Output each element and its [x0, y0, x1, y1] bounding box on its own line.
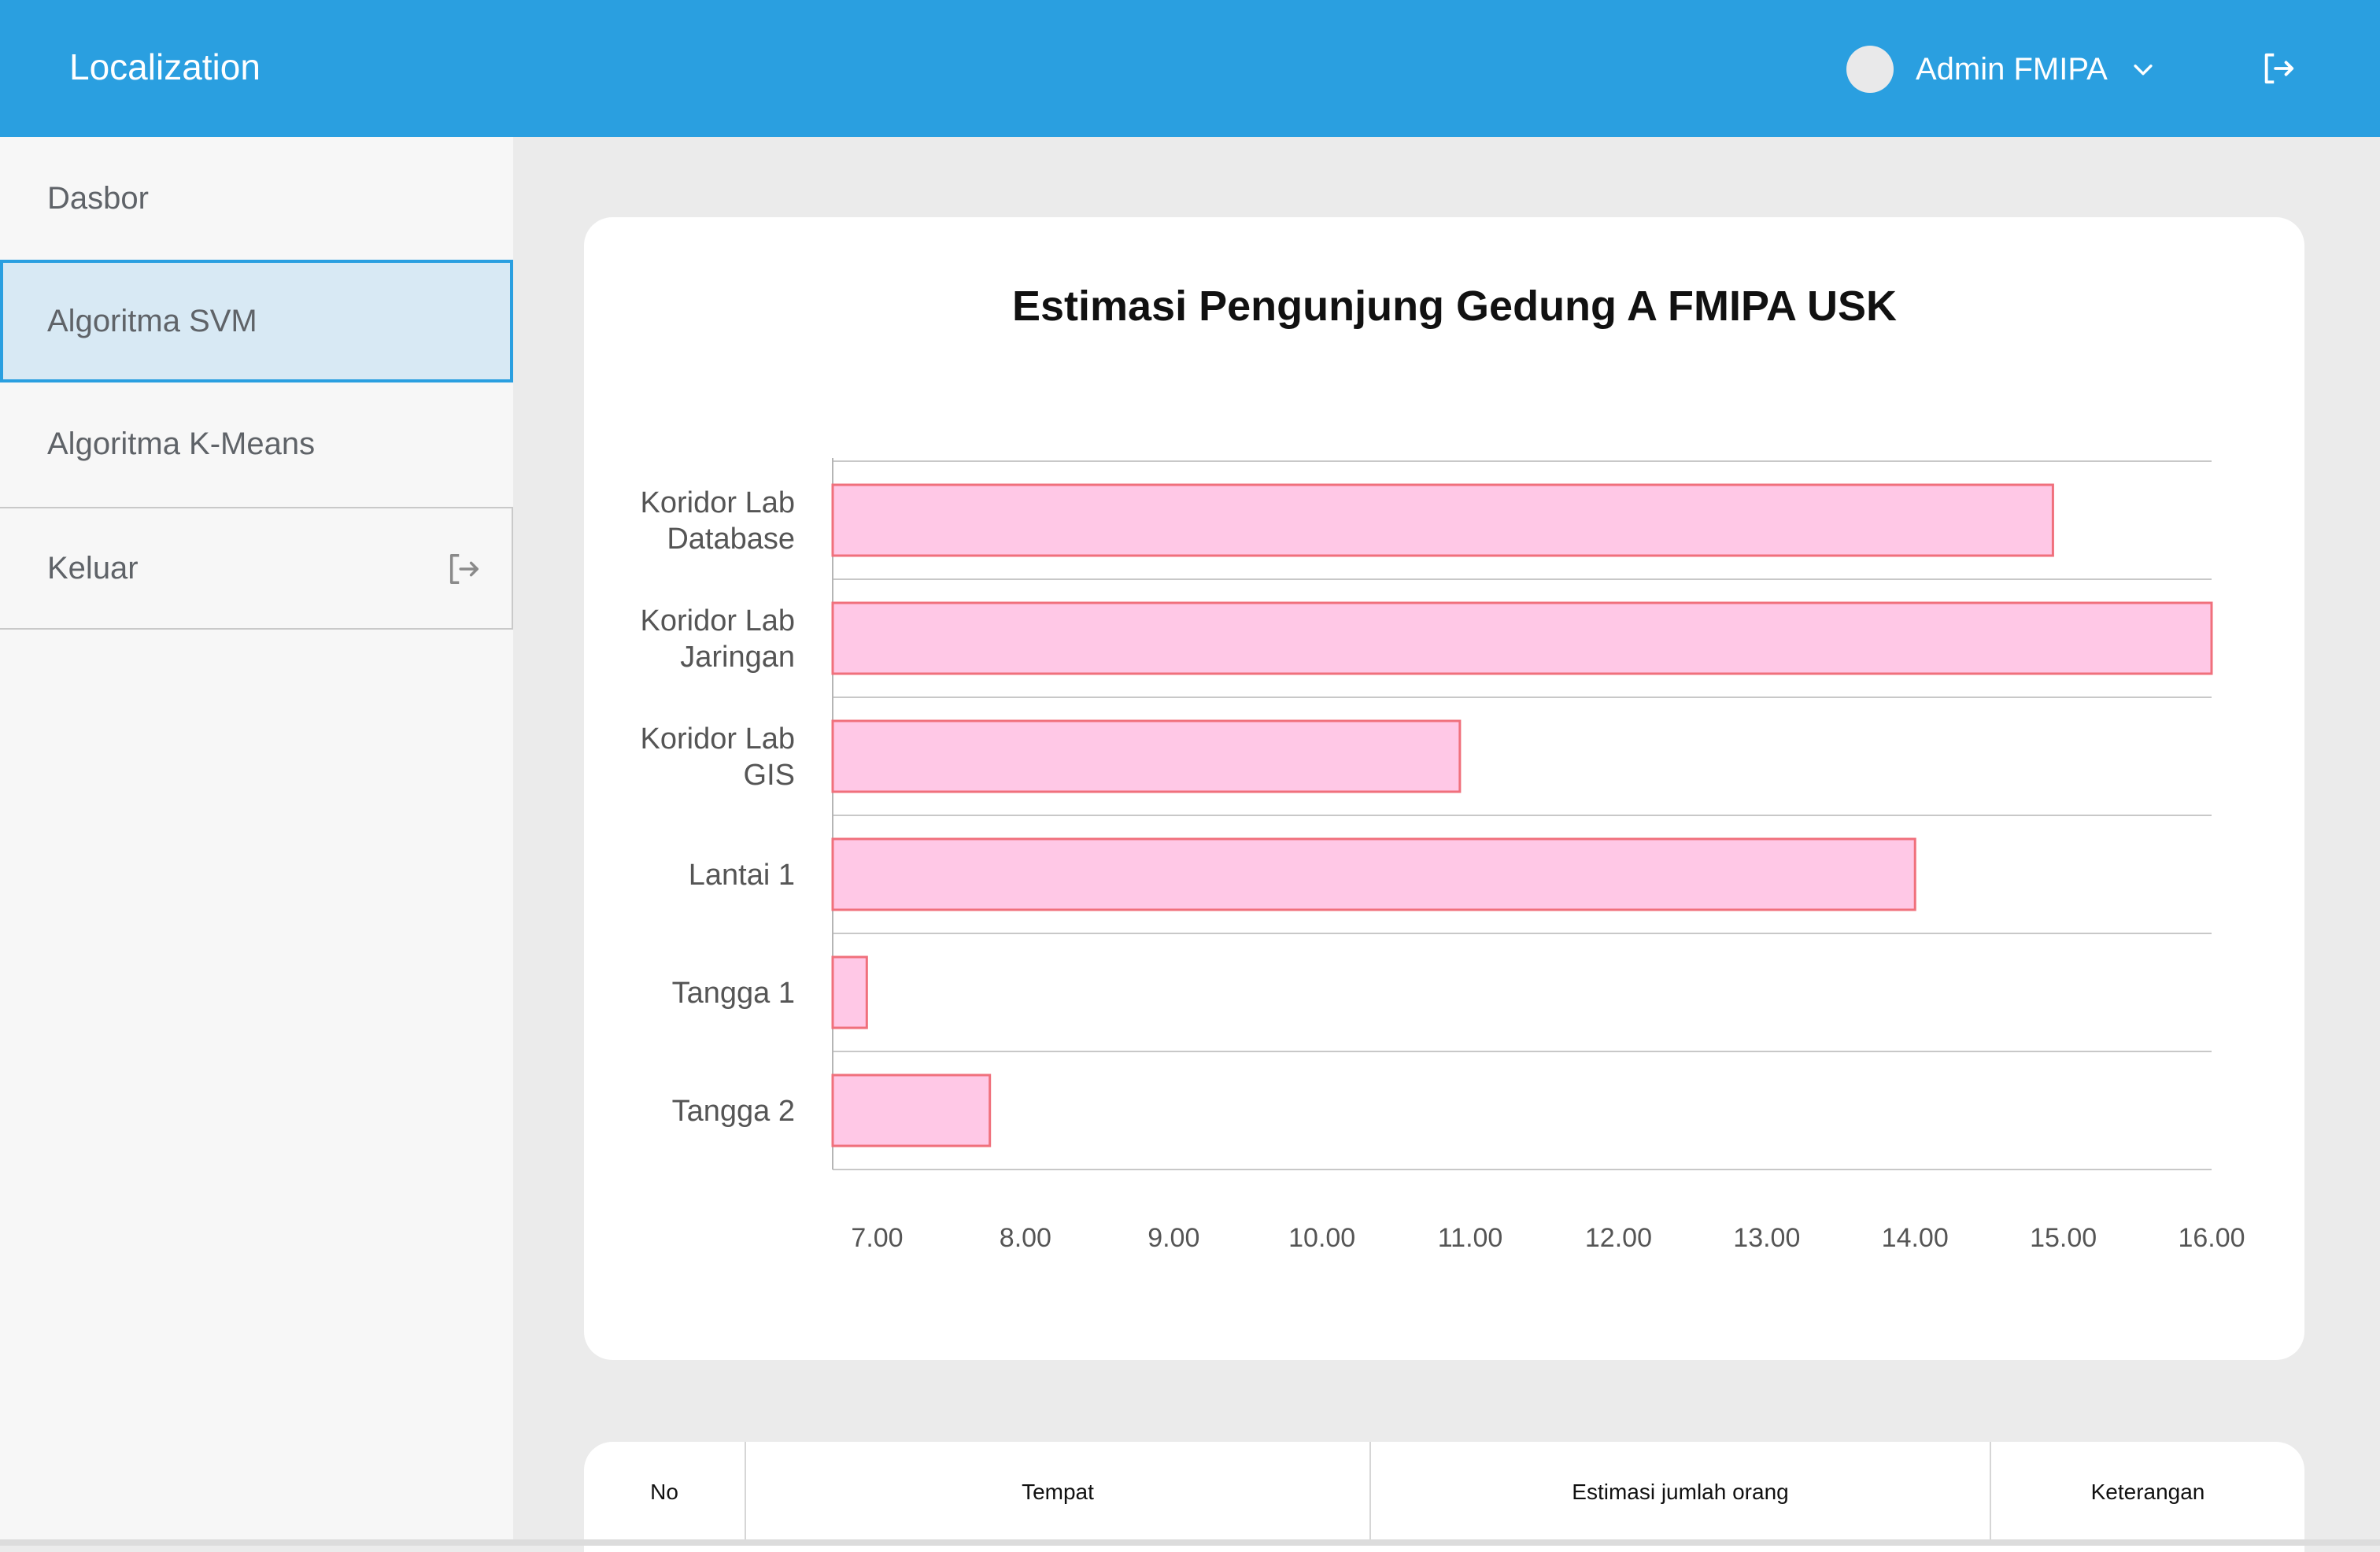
category-label-line: Koridor Lab	[641, 486, 795, 519]
bar	[831, 483, 2054, 557]
x-tick-label: 15.00	[2030, 1223, 2097, 1253]
bar-chart: Koridor Lab DatabaseKoridor Lab JaringanKo…	[641, 458, 2245, 1253]
x-tick-label: 8.00	[1000, 1223, 1051, 1253]
category-label: Koridor Lab Jaringan	[641, 604, 795, 674]
x-tick-label: 7.00	[851, 1223, 903, 1253]
x-tick-label: 9.00	[1148, 1223, 1199, 1253]
table-header-keterangan: Keterangan	[2090, 1480, 2205, 1504]
category-label: Lantai 1	[689, 859, 795, 892]
bar	[831, 955, 868, 1029]
x-tick-label: 12.00	[1585, 1223, 1652, 1253]
category-label: Tangga 2	[672, 1095, 795, 1128]
category-label: Koridor Lab Database	[641, 486, 795, 556]
x-tick-label: 13.00	[1733, 1223, 1800, 1253]
category-label-line: Lantai 1	[689, 859, 795, 892]
category-label-line: Tangga 2	[672, 1095, 795, 1128]
category-label: Koridor Lab GIS	[641, 722, 795, 792]
bar	[831, 837, 1916, 911]
category-label-line: Jaringan	[680, 641, 795, 674]
category-label-line: Database	[667, 523, 795, 556]
category-label: Tangga 1	[672, 977, 795, 1010]
x-tick-label: 14.00	[1882, 1223, 1949, 1253]
x-tick-label: 10.00	[1288, 1223, 1355, 1253]
x-tick-label: 11.00	[1438, 1223, 1503, 1253]
page-bottom-edge	[0, 1539, 2380, 1546]
category-label-line: Koridor Lab	[641, 722, 795, 756]
category-label-line: Tangga 1	[672, 977, 795, 1010]
bar	[831, 719, 1462, 793]
category-label-line: Koridor Lab	[641, 604, 795, 637]
estimation-table: No Tempat Estimasi jumlah orang Keterang…	[584, 1442, 2304, 1552]
table-header-no: No	[584, 1442, 746, 1543]
bar	[831, 1073, 992, 1147]
category-label-line: GIS	[744, 759, 795, 792]
table-header-estimasi: Estimasi jumlah orang	[1371, 1442, 1991, 1543]
x-tick-label: 16.00	[2178, 1223, 2245, 1253]
bar	[831, 601, 2213, 675]
table-header-tempat: Tempat	[746, 1442, 1371, 1543]
